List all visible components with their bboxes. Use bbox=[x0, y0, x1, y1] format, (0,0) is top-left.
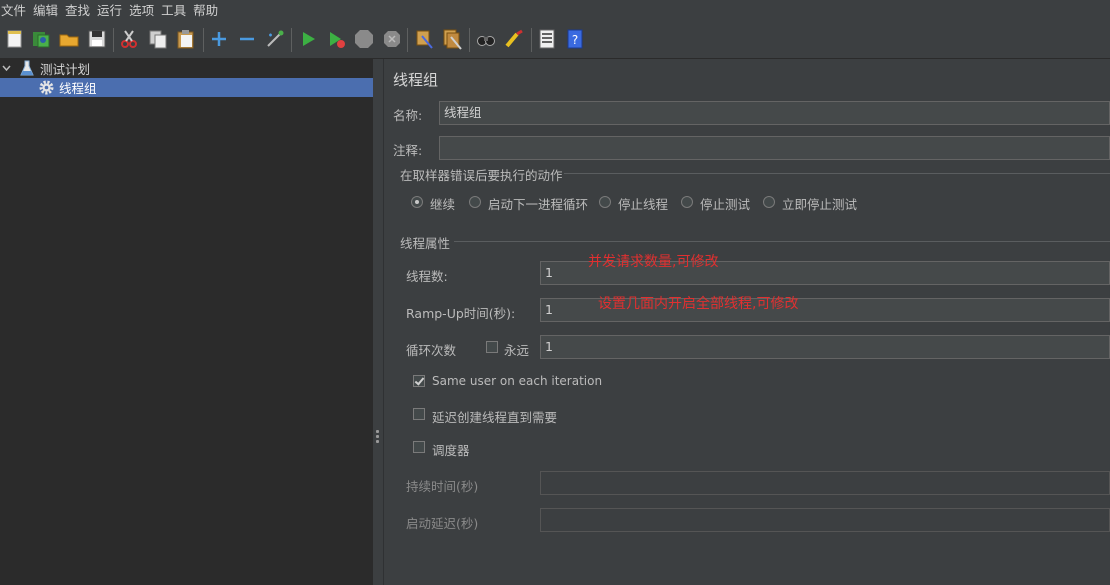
radio-continue[interactable] bbox=[411, 196, 423, 208]
group-divider bbox=[454, 241, 1110, 242]
comment-input[interactable] bbox=[439, 136, 1110, 160]
toolbar: ? bbox=[0, 22, 1110, 59]
name-label: 名称: bbox=[393, 108, 423, 123]
reset-search-icon[interactable] bbox=[503, 28, 525, 50]
chevron-down-icon[interactable] bbox=[2, 64, 11, 73]
radio-label-stop-thread: 停止线程 bbox=[618, 197, 669, 212]
scheduler-checkbox[interactable] bbox=[413, 441, 425, 453]
function-helper-icon[interactable] bbox=[536, 28, 558, 50]
startup-delay-label: 启动延迟(秒) bbox=[406, 516, 479, 531]
forever-label: 永远 bbox=[504, 343, 530, 358]
radio-stop-thread[interactable] bbox=[599, 196, 611, 208]
tree-label-test-plan: 测试计划 bbox=[40, 62, 91, 77]
toggle-wand-icon[interactable] bbox=[264, 28, 286, 50]
threads-label: 线程数: bbox=[406, 269, 448, 284]
expand-plus-icon[interactable] bbox=[208, 28, 230, 50]
tree-node-thread-group[interactable]: 线程组 bbox=[0, 78, 373, 97]
radio-label-stop-test: 停止测试 bbox=[700, 197, 751, 212]
delay-thread-creation-label: 延迟创建线程直到需要 bbox=[432, 410, 558, 425]
same-user-checkbox[interactable] bbox=[413, 375, 425, 387]
annotation-threads-note: 并发请求数量,可修改 bbox=[588, 254, 719, 270]
radio-stop-test[interactable] bbox=[681, 196, 693, 208]
divider-grip-dot bbox=[376, 440, 379, 443]
gear-icon bbox=[39, 80, 54, 95]
radio-label-stop-test-now: 立即停止测试 bbox=[782, 197, 858, 212]
startup-delay-input[interactable] bbox=[540, 508, 1110, 532]
tree-label-thread-group: 线程组 bbox=[59, 81, 97, 96]
menu-search[interactable]: 查找 bbox=[64, 0, 90, 22]
split-pane-divider[interactable] bbox=[373, 59, 384, 585]
rampup-label: Ramp-Up时间(秒): bbox=[406, 306, 516, 321]
shutdown-icon[interactable] bbox=[381, 28, 403, 50]
divider-grip-dot bbox=[376, 435, 379, 438]
menu-file[interactable]: 文件 bbox=[0, 0, 26, 22]
divider-grip-dot bbox=[376, 430, 379, 433]
forever-checkbox[interactable] bbox=[486, 341, 498, 353]
menu-options[interactable]: 选项 bbox=[128, 0, 154, 22]
flask-icon bbox=[20, 60, 34, 76]
svg-text:?: ? bbox=[572, 33, 578, 47]
menu-run[interactable]: 运行 bbox=[96, 0, 122, 22]
name-input[interactable]: 线程组 bbox=[439, 101, 1110, 125]
comment-label: 注释: bbox=[393, 143, 423, 158]
loop-count-input[interactable]: 1 bbox=[540, 335, 1110, 359]
cut-icon[interactable] bbox=[118, 28, 140, 50]
annotation-rampup-note: 设置几面内开启全部线程,可修改 bbox=[598, 296, 799, 312]
error-action-group-title: 在取样器错误后要执行的动作 bbox=[400, 168, 563, 183]
clear-all-broom-icon[interactable] bbox=[441, 28, 463, 50]
radio-start-next-loop[interactable] bbox=[469, 196, 481, 208]
search-binoculars-icon[interactable] bbox=[475, 28, 497, 50]
duration-label: 持续时间(秒) bbox=[406, 479, 479, 494]
menu-help[interactable]: 帮助 bbox=[192, 0, 218, 22]
test-plan-tree: 测试计划 线程组 bbox=[0, 59, 373, 585]
clear-broom-icon[interactable] bbox=[413, 28, 435, 50]
save-icon[interactable] bbox=[86, 28, 108, 50]
loop-count-label: 循环次数 bbox=[406, 343, 457, 358]
start-icon[interactable] bbox=[297, 28, 319, 50]
delay-thread-creation-checkbox[interactable] bbox=[413, 408, 425, 420]
radio-label-continue: 继续 bbox=[430, 197, 456, 212]
thread-group-editor: 线程组 名称: 线程组 注释: 在取样器错误后要执行的动作 继续 启动下一进程循… bbox=[384, 59, 1110, 585]
new-file-icon[interactable] bbox=[4, 28, 26, 50]
menu-edit[interactable]: 编辑 bbox=[32, 0, 58, 22]
radio-stop-test-now[interactable] bbox=[763, 196, 775, 208]
menu-tools[interactable]: 工具 bbox=[160, 0, 186, 22]
start-no-pause-icon[interactable] bbox=[325, 28, 347, 50]
help-icon[interactable]: ? bbox=[564, 28, 586, 50]
duration-input[interactable] bbox=[540, 471, 1110, 495]
tree-node-test-plan[interactable]: 测试计划 bbox=[0, 59, 373, 78]
templates-icon[interactable] bbox=[30, 28, 52, 50]
paste-icon[interactable] bbox=[175, 28, 197, 50]
group-divider bbox=[564, 173, 1110, 174]
thread-props-group-title: 线程属性 bbox=[400, 236, 451, 251]
same-user-label: Same user on each iteration bbox=[432, 374, 603, 388]
stop-icon[interactable] bbox=[353, 28, 375, 50]
menu-bar: 文件 编辑 查找 运行 选项 工具 帮助 bbox=[0, 0, 1110, 22]
radio-label-start-next-loop: 启动下一进程循环 bbox=[488, 197, 589, 212]
page-title: 线程组 bbox=[393, 71, 439, 89]
copy-icon[interactable] bbox=[147, 28, 169, 50]
collapse-minus-icon[interactable] bbox=[236, 28, 258, 50]
open-folder-icon[interactable] bbox=[58, 28, 80, 50]
scheduler-label: 调度器 bbox=[432, 443, 470, 458]
